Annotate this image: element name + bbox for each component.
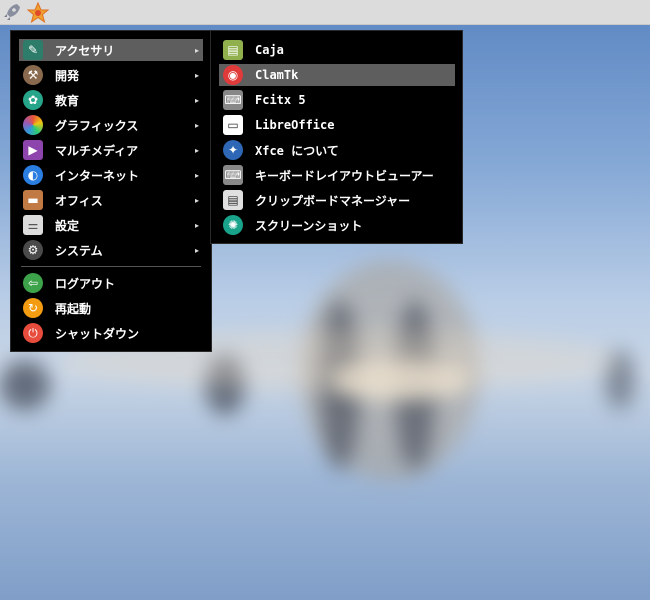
menu-item-label: ログアウト [55,276,116,291]
submenu-arrow-icon: ▸ [194,195,199,205]
education-icon: ✿ [23,90,43,110]
menu-item-graphics[interactable]: グラフィックス ▸ [19,114,203,136]
globe-icon: ◐ [23,165,43,185]
menu-item-label: シャットダウン [55,326,140,341]
top-panel [0,0,650,25]
submenu-arrow-icon: ▸ [194,70,199,80]
submenu-item-label: キーボードレイアウトビューアー [255,168,434,183]
submenu-arrow-icon: ▸ [194,220,199,230]
reboot-icon: ↻ [23,298,43,318]
menu-separator [21,266,201,267]
submenu-item-label: Xfce について [255,143,339,158]
submenu-item-screenshot[interactable]: ✺ スクリーンショット [219,214,455,236]
submenu-arrow-icon: ▸ [194,95,199,105]
submenu-arrow-icon: ▸ [194,120,199,130]
menu-item-label: 設定 [55,218,80,233]
menu-item-label: マルチメディア [55,143,139,158]
settings-icon: ⚌ [23,215,43,235]
menu-item-label: アクセサリ [55,43,115,58]
submenu-item-keyboard-layout-viewer[interactable]: ⌨ キーボードレイアウトビューアー [219,164,455,186]
menu-item-education[interactable]: ✿ 教育 ▸ [19,89,203,111]
menu-item-label: 教育 [55,93,80,108]
briefcase-icon: ▬ [23,190,43,210]
submenu-item-label: LibreOffice [255,118,335,132]
keyboard-layout-icon: ⌨ [223,165,243,185]
submenu-item-clipboard-manager[interactable]: ▤ クリップボードマネージャー [219,189,455,211]
menu-item-internet[interactable]: ◐ インターネット ▸ [19,164,203,186]
menu-item-settings[interactable]: ⚌ 設定 ▸ [19,214,203,236]
accessories-submenu: ▤ Caja ◉ ClamTk ⌨ Fcitx 5 ▭ LibreOffice … [210,30,463,244]
accessories-icon: ✎ [23,40,43,60]
star-icon[interactable] [26,1,50,24]
application-menu: ✎ アクセサリ ▸ ⚒ 開発 ▸ ✿ 教育 ▸ グラフィックス ▸ ▶ マルチメ… [10,30,212,352]
menu-item-reboot[interactable]: ↻ 再起動 [19,297,203,319]
gear-icon: ⚙ [23,240,43,260]
hammer-icon: ⚒ [23,65,43,85]
submenu-item-caja[interactable]: ▤ Caja [219,39,455,61]
graphics-icon [23,115,43,135]
menu-item-logout[interactable]: ⇦ ログアウト [19,272,203,294]
menu-item-system[interactable]: ⚙ システム ▸ [19,239,203,261]
menu-item-development[interactable]: ⚒ 開発 ▸ [19,64,203,86]
submenu-arrow-icon: ▸ [194,170,199,180]
submenu-item-label: Caja [255,43,284,57]
document-icon: ▭ [223,115,243,135]
submenu-item-label: ClamTk [255,68,299,82]
logout-icon: ⇦ [23,273,43,293]
multimedia-icon: ▶ [23,140,43,160]
submenu-item-fcitx5[interactable]: ⌨ Fcitx 5 [219,89,455,111]
submenu-item-label: クリップボードマネージャー [255,193,411,208]
clamtk-icon: ◉ [223,65,243,85]
submenu-item-libreoffice[interactable]: ▭ LibreOffice [219,114,455,136]
menu-item-label: グラフィックス [55,118,139,133]
menu-item-accessories[interactable]: ✎ アクセサリ ▸ [19,39,203,61]
keyboard-icon: ⌨ [223,90,243,110]
screenshot-icon: ✺ [223,215,243,235]
menu-item-shutdown[interactable]: ⏻ シャットダウン [19,322,203,344]
xfce-icon: ✦ [223,140,243,160]
menu-item-label: インターネット [55,168,140,183]
menu-item-office[interactable]: ▬ オフィス ▸ [19,189,203,211]
rocket-icon[interactable] [2,2,22,22]
submenu-item-label: Fcitx 5 [255,93,306,107]
menu-item-label: 再起動 [55,301,92,316]
menu-item-label: 開発 [55,68,80,83]
submenu-item-clamtk[interactable]: ◉ ClamTk [219,64,455,86]
power-icon: ⏻ [23,323,43,343]
submenu-arrow-icon: ▸ [194,245,199,255]
submenu-item-label: スクリーンショット [255,218,363,233]
submenu-arrow-icon: ▸ [194,45,199,55]
clipboard-icon: ▤ [223,190,243,210]
menu-item-label: オフィス [55,193,103,208]
submenu-arrow-icon: ▸ [194,145,199,155]
file-manager-icon: ▤ [223,40,243,60]
menu-item-label: システム [55,243,103,258]
menu-item-multimedia[interactable]: ▶ マルチメディア ▸ [19,139,203,161]
submenu-item-about-xfce[interactable]: ✦ Xfce について [219,139,455,161]
